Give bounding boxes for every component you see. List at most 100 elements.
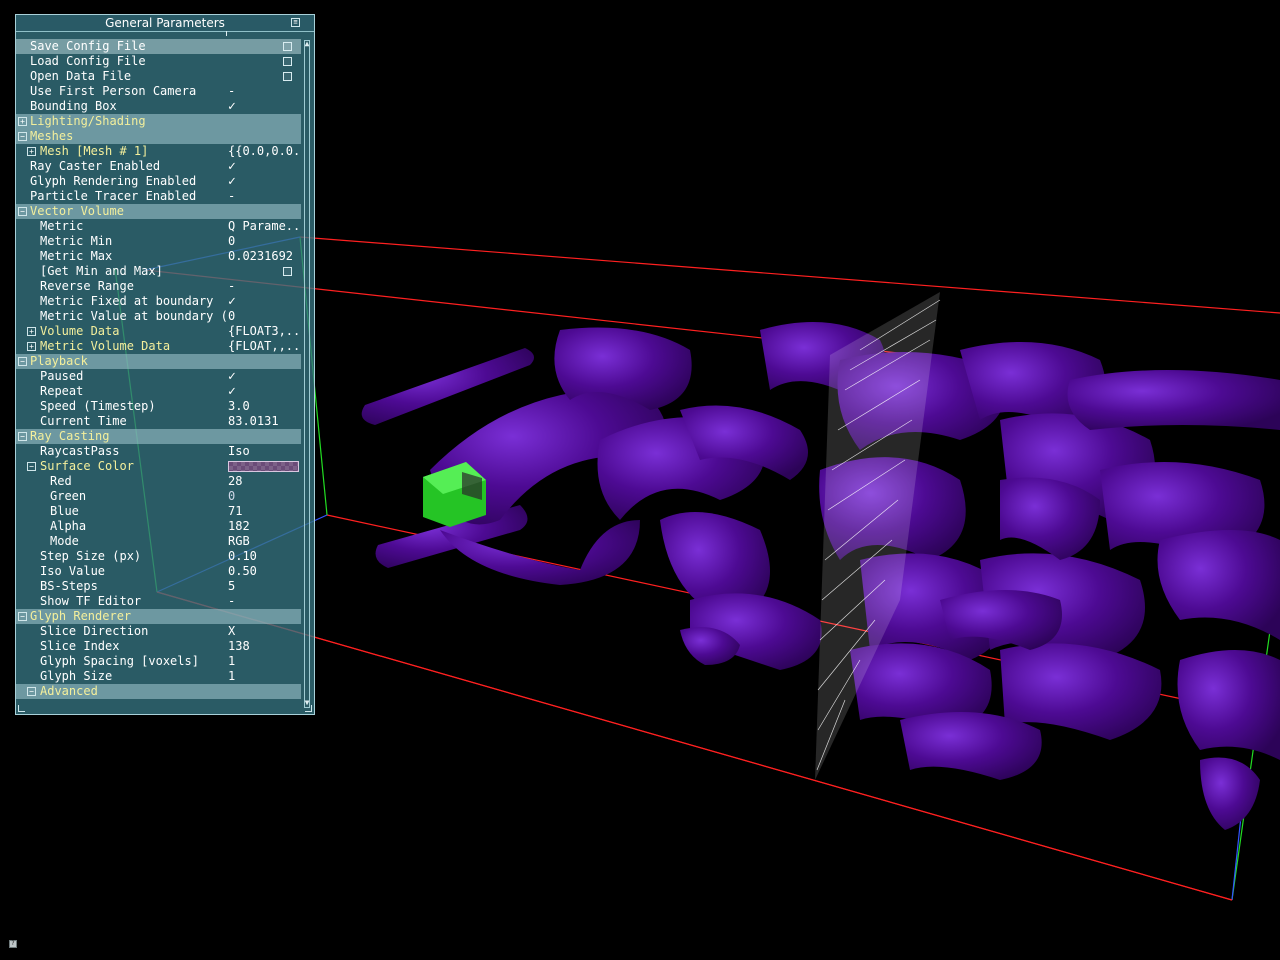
row-ray-caster-enabled[interactable]: Ray Caster Enabled ✓ [16, 159, 301, 174]
expand-icon[interactable]: + [18, 117, 27, 126]
expand-icon[interactable]: + [27, 342, 36, 351]
row-meshes[interactable]: − Meshes [16, 129, 301, 144]
row-raycast-pass[interactable]: RaycastPass Iso [16, 444, 301, 459]
row-speed[interactable]: Speed (Timestep) 3.0 [16, 399, 301, 414]
alpha-value[interactable]: 182 [228, 519, 300, 534]
resize-corner-left-icon[interactable] [18, 705, 25, 712]
reverse-range-value[interactable]: - [228, 279, 300, 294]
current-time-value[interactable]: 83.0131 [228, 414, 300, 429]
row-metric-min[interactable]: Metric Min 0 [16, 234, 301, 249]
row-advanced[interactable]: − Advanced [16, 684, 301, 699]
row-metric-volume-data[interactable]: + Metric Volume Data {FLOAT,,... [16, 339, 301, 354]
minimize-icon[interactable]: ≡ [291, 18, 300, 27]
row-slice-direction[interactable]: Slice Direction X [16, 624, 301, 639]
collapse-icon[interactable]: − [18, 432, 27, 441]
metric-min-value[interactable]: 0 [228, 234, 300, 249]
row-current-time[interactable]: Current Time 83.0131 [16, 414, 301, 429]
repeat-checkbox[interactable]: ✓ [228, 384, 300, 399]
row-open-data[interactable]: Open Data File [16, 69, 301, 84]
row-save-config[interactable]: Save Config File [16, 39, 301, 54]
row-ray-casting[interactable]: − Ray Casting [16, 429, 301, 444]
row-metric-value-boundary[interactable]: Metric Value at boundary (if ..0 [16, 309, 301, 324]
raycast-pass-value[interactable]: Iso [228, 444, 300, 459]
panel-scrollbar[interactable] [304, 40, 310, 708]
row-first-person[interactable]: Use First Person Camera - [16, 84, 301, 99]
row-slice-index[interactable]: Slice Index 138 [16, 639, 301, 654]
row-show-tf-editor[interactable]: Show TF Editor - [16, 594, 301, 609]
metric-fixed-checkbox[interactable]: ✓ [228, 294, 300, 309]
collapse-icon[interactable]: − [18, 207, 27, 216]
row-red[interactable]: Red 28 [16, 474, 301, 489]
row-glyph-spacing[interactable]: Glyph Spacing [voxels] 1 [16, 654, 301, 669]
collapse-icon[interactable]: − [18, 357, 27, 366]
row-bs-steps[interactable]: BS-Steps 5 [16, 579, 301, 594]
get-min-max-button[interactable] [283, 267, 292, 276]
row-step-size[interactable]: Step Size (px) 0.10 [16, 549, 301, 564]
row-metric-fixed[interactable]: Metric Fixed at boundary ✓ [16, 294, 301, 309]
iso-value-value[interactable]: 0.50 [228, 564, 300, 579]
collapse-icon[interactable]: − [18, 612, 27, 621]
step-size-value[interactable]: 0.10 [228, 549, 300, 564]
show-tf-editor-value[interactable]: - [228, 594, 300, 609]
row-vector-volume[interactable]: − Vector Volume [16, 204, 301, 219]
resize-corner-right-icon[interactable] [305, 705, 312, 712]
row-repeat[interactable]: Repeat ✓ [16, 384, 301, 399]
volume-data-value[interactable]: {FLOAT3,.. [228, 324, 300, 339]
row-iso-value[interactable]: Iso Value 0.50 [16, 564, 301, 579]
glyph-rendering-enabled-label: Glyph Rendering Enabled [30, 174, 197, 188]
surface-color-swatch[interactable] [228, 461, 299, 472]
row-playback[interactable]: − Playback [16, 354, 301, 369]
mode-value[interactable]: RGB [228, 534, 300, 549]
row-load-config[interactable]: Load Config File [16, 54, 301, 69]
metric-value-boundary-value[interactable]: 0 [228, 309, 300, 324]
row-mode[interactable]: Mode RGB [16, 534, 301, 549]
collapse-icon[interactable]: − [27, 462, 36, 471]
row-reverse-range[interactable]: Reverse Range - [16, 279, 301, 294]
metric-volume-data-value[interactable]: {FLOAT,,... [228, 339, 300, 354]
bs-steps-value[interactable]: 5 [228, 579, 300, 594]
row-metric-max[interactable]: Metric Max 0.0231692 [16, 249, 301, 264]
row-green[interactable]: Green 0 [16, 489, 301, 504]
row-glyph-size[interactable]: Glyph Size 1 [16, 669, 301, 684]
paused-checkbox[interactable]: ✓ [228, 369, 300, 384]
row-get-min-max[interactable]: [Get Min and Max] [16, 264, 301, 279]
row-bounding-box[interactable]: Bounding Box ✓ [16, 99, 301, 114]
row-metric[interactable]: Metric Q Parame.. [16, 219, 301, 234]
blue-value[interactable]: 71 [228, 504, 300, 519]
general-parameters-panel[interactable]: General Parameters ≡ Save Config File Loa… [15, 14, 315, 715]
first-person-value[interactable]: - [228, 84, 300, 99]
row-surface-color[interactable]: − Surface Color [16, 459, 301, 474]
particle-tracer-enabled-value[interactable]: - [228, 189, 300, 204]
mesh-1-value[interactable]: {{0.0,0.0.. [228, 144, 300, 159]
row-paused[interactable]: Paused ✓ [16, 369, 301, 384]
row-volume-data[interactable]: + Volume Data {FLOAT3,.. [16, 324, 301, 339]
save-config-button[interactable] [283, 42, 292, 51]
row-lighting[interactable]: + Lighting/Shading [16, 114, 301, 129]
expand-icon[interactable]: + [27, 147, 36, 156]
slice-index-value[interactable]: 138 [228, 639, 300, 654]
help-icon[interactable]: ? [9, 940, 17, 948]
metric-max-value[interactable]: 0.0231692 [228, 249, 300, 264]
open-data-button[interactable] [283, 72, 292, 81]
metric-value[interactable]: Q Parame.. [228, 219, 300, 234]
green-value[interactable]: 0 [228, 489, 300, 504]
load-config-button[interactable] [283, 57, 292, 66]
row-particle-tracer-enabled[interactable]: Particle Tracer Enabled - [16, 189, 301, 204]
ray-caster-enabled-checkbox[interactable]: ✓ [228, 159, 300, 174]
row-glyph-renderer[interactable]: − Glyph Renderer [16, 609, 301, 624]
slice-direction-value[interactable]: X [228, 624, 300, 639]
red-value[interactable]: 28 [228, 474, 300, 489]
row-alpha[interactable]: Alpha 182 [16, 519, 301, 534]
glyph-spacing-value[interactable]: 1 [228, 654, 300, 669]
expand-icon[interactable]: + [27, 327, 36, 336]
speed-value[interactable]: 3.0 [228, 399, 300, 414]
collapse-icon[interactable]: − [27, 687, 36, 696]
row-blue[interactable]: Blue 71 [16, 504, 301, 519]
bounding-box-checkbox[interactable]: ✓ [228, 99, 300, 114]
glyph-size-value[interactable]: 1 [228, 669, 300, 684]
row-mesh-1[interactable]: + Mesh [Mesh # 1] {{0.0,0.0.. [16, 144, 301, 159]
ray-casting-label: Ray Casting [30, 429, 110, 443]
glyph-rendering-enabled-checkbox[interactable]: ✓ [228, 174, 300, 189]
row-glyph-rendering-enabled[interactable]: Glyph Rendering Enabled ✓ [16, 174, 301, 189]
collapse-icon[interactable]: − [18, 132, 27, 141]
